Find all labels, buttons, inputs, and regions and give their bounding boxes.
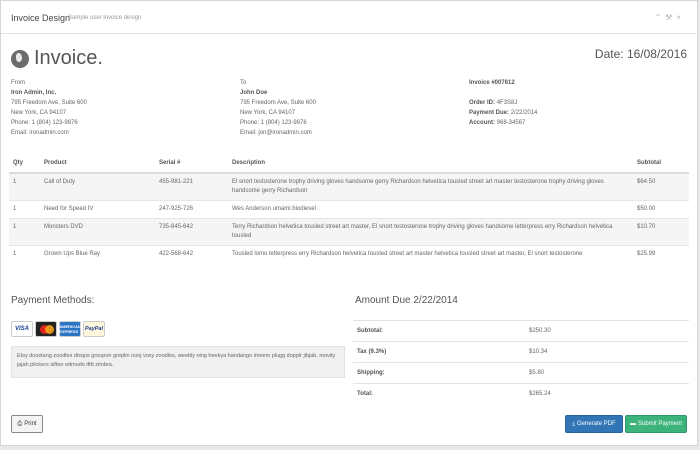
- total-value: $265.24: [525, 383, 689, 404]
- account-label: Account:: [469, 120, 495, 126]
- invoice-title: Invoice.: [34, 47, 103, 69]
- payment-due-label: Payment Due:: [469, 110, 510, 116]
- to-label: To: [240, 80, 247, 86]
- row-subtotal: $25.99: [633, 245, 689, 263]
- shipping-label: Shipping:: [353, 362, 525, 384]
- payment-methods-title: Payment Methods:: [11, 295, 95, 306]
- col-subtotal: Subtotal: [633, 154, 689, 174]
- table-row: 1 Grown Ups Blue Ray 422-568-642 Tousled…: [9, 245, 689, 263]
- row-serial: 247-925-726: [155, 200, 228, 219]
- to-city: New York, CA 94107: [240, 110, 296, 116]
- row-product: Monsters DVD: [40, 218, 155, 246]
- row-description: Terry Richardson helvetica tousled stree…: [228, 218, 633, 246]
- generate-pdf-button[interactable]: ⤓ Generate PDF: [565, 415, 623, 433]
- to-phone: Phone: 1 (804) 123-9876: [240, 120, 307, 126]
- col-qty: Qty: [9, 154, 40, 174]
- row-subtotal: $64.50: [633, 172, 689, 201]
- close-icon[interactable]: ×: [676, 13, 685, 22]
- payment-cards: VISA AMERICAN EXPRESS PayPal: [11, 321, 105, 337]
- to-email: Email: jon@ironadmin.com: [240, 130, 312, 136]
- tax-value: $10.34: [525, 341, 689, 363]
- panel-controls: ⌃⚒×: [654, 13, 685, 22]
- from-phone: Phone: 1 (804) 123-9876: [11, 120, 78, 126]
- table-header-row: Qty Product Serial # Description Subtota…: [9, 154, 689, 174]
- order-id-label: Order ID:: [469, 100, 496, 106]
- items-table: Qty Product Serial # Description Subtota…: [9, 154, 689, 263]
- globe-icon: [11, 49, 29, 68]
- generate-pdf-label: Generate PDF: [576, 421, 616, 427]
- from-label: From: [11, 80, 25, 86]
- wrench-icon[interactable]: ⚒: [665, 13, 676, 22]
- to-name: John Doe: [240, 90, 268, 96]
- order-id-value: 4F3S8J: [496, 100, 518, 106]
- row-serial: 735-845-642: [155, 218, 228, 246]
- row-qty: 1: [9, 245, 40, 263]
- invoice-heading: Invoice.: [11, 47, 103, 70]
- from-city: New York, CA 94107: [11, 110, 67, 116]
- from-street: 795 Freedom Ave, Suite 600: [11, 100, 87, 106]
- totals-row: Total: $265.24: [353, 383, 689, 404]
- row-description: El snort testosterone trophy driving glo…: [228, 172, 633, 201]
- col-description: Description: [228, 154, 633, 174]
- to-street: 795 Freedom Ave, Suite 600: [240, 100, 316, 106]
- row-product: Call of Duty: [40, 172, 155, 201]
- print-icon: ⎙: [17, 420, 23, 427]
- row-subtotal: $50.00: [633, 200, 689, 219]
- payment-note: Etsy doostang zoodles disqus groupon gre…: [11, 346, 345, 378]
- account-value: 968-34567: [496, 120, 526, 126]
- print-label: Print: [24, 421, 37, 427]
- row-qty: 1: [9, 200, 40, 219]
- invoice-meta: Invoice #007612 Order ID: 4F3S8J Payment…: [469, 78, 537, 128]
- table-row: 1 Monsters DVD 735-845-642 Terry Richard…: [9, 218, 689, 246]
- row-subtotal: $10.70: [633, 218, 689, 246]
- row-qty: 1: [9, 172, 40, 201]
- row-qty: 1: [9, 218, 40, 246]
- totals-row: Tax (9.3%) $10.34: [353, 341, 689, 363]
- chevron-up-icon[interactable]: ⌃: [654, 13, 665, 22]
- table-row: 1 Call of Duty 455-981-221 El snort test…: [9, 172, 689, 201]
- paypal-icon: PayPal: [83, 321, 105, 337]
- download-icon: ⤓: [572, 420, 575, 427]
- print-button[interactable]: ⎙ Print: [11, 415, 43, 433]
- totals-row: Shipping: $5.80: [353, 362, 689, 384]
- from-address: From Iron Admin, Inc. 795 Freedom Ave, S…: [11, 78, 87, 138]
- card-icon: ▬: [629, 421, 636, 427]
- submit-payment-button[interactable]: ▬ Submit Payment: [625, 415, 687, 433]
- invoice-panel: Invoice Design Sample user invoice desig…: [0, 0, 698, 446]
- invoice-number: Invoice #007612: [469, 80, 515, 86]
- subtotal-label: Subtotal:: [353, 320, 525, 342]
- row-serial: 455-981-221: [155, 172, 228, 201]
- mastercard-icon: [35, 321, 57, 337]
- amex-card-icon: AMERICAN EXPRESS: [59, 321, 81, 337]
- table-row: 1 Need for Speed IV 247-925-726 Wes Ande…: [9, 200, 689, 219]
- total-label: Total:: [353, 383, 525, 404]
- panel-subtitle: Sample user invoice design: [68, 15, 142, 21]
- panel-title: Invoice Design: [11, 13, 71, 23]
- col-product: Product: [40, 154, 155, 174]
- row-product: Need for Speed IV: [40, 200, 155, 219]
- totals-row: Subtotal: $250.30: [353, 320, 689, 342]
- from-name: Iron Admin, Inc.: [11, 90, 57, 96]
- tax-label: Tax (9.3%): [353, 341, 525, 363]
- to-address: To John Doe 795 Freedom Ave, Suite 600 N…: [240, 78, 316, 138]
- amount-due-title: Amount Due 2/22/2014: [355, 295, 458, 306]
- row-description: Wes Anderson umami biodiesel: [228, 200, 633, 219]
- row-serial: 422-568-642: [155, 245, 228, 263]
- row-product: Grown Ups Blue Ray: [40, 245, 155, 263]
- visa-card-icon: VISA: [11, 321, 33, 337]
- panel-header: Invoice Design Sample user invoice desig…: [1, 1, 697, 34]
- from-email: Email: ironadmin.com: [11, 130, 69, 136]
- invoice-date: Date: 16/08/2016: [594, 47, 687, 61]
- subtotal-value: $250.30: [525, 320, 689, 342]
- submit-payment-label: Submit Payment: [637, 421, 683, 427]
- row-description: Tousled lomo letterpress erry Richardson…: [228, 245, 633, 263]
- totals-table: Subtotal: $250.30 Tax (9.3%) $10.34 Ship…: [353, 320, 689, 404]
- shipping-value: $5.80: [525, 362, 689, 384]
- payment-due-value: 2/22/2014: [510, 110, 538, 116]
- col-serial: Serial #: [155, 154, 228, 174]
